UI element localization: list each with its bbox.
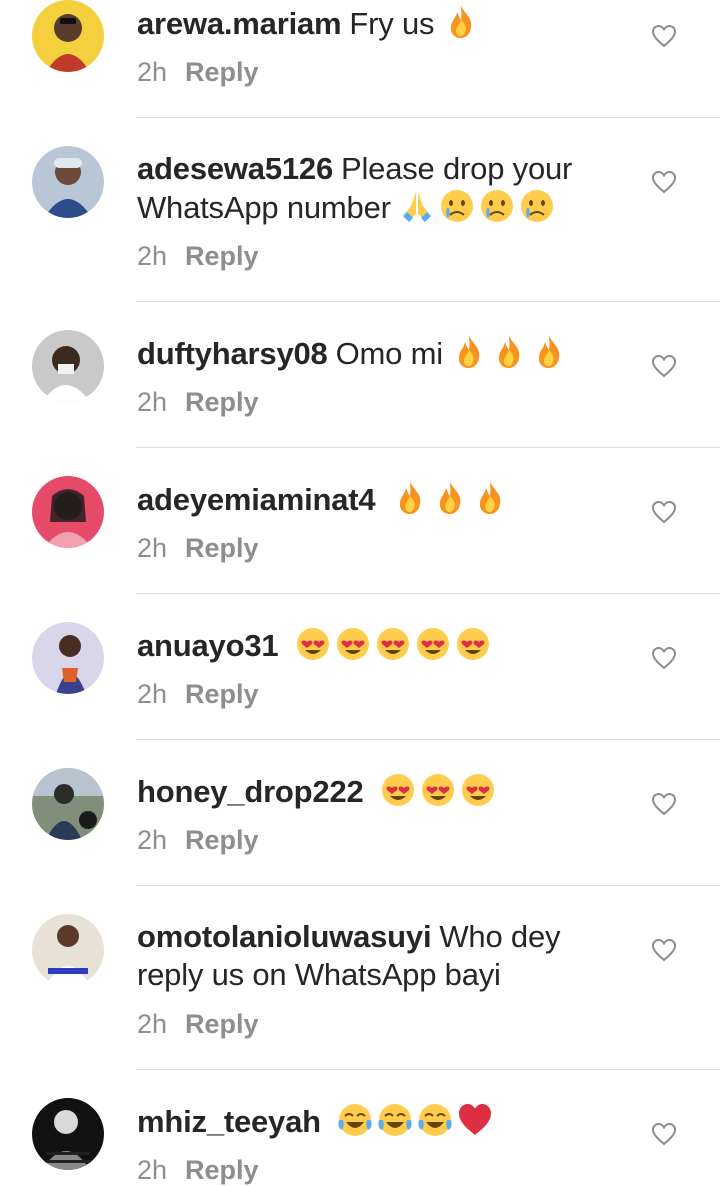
comment-text: mhiz_teeyah bbox=[137, 1102, 607, 1141]
heart-eyes-emoji-icon bbox=[336, 628, 369, 660]
comment-body: Fry us bbox=[349, 6, 435, 41]
reply-button[interactable]: Reply bbox=[185, 387, 259, 417]
comment-time: 2h bbox=[137, 679, 168, 709]
comment-meta: 2h Reply bbox=[137, 532, 259, 564]
heart-eyes-emoji-icon bbox=[296, 628, 329, 660]
reply-button[interactable]: Reply bbox=[185, 825, 259, 855]
heart-eyes-emoji-icon bbox=[461, 774, 494, 806]
heart-outline-icon[interactable] bbox=[651, 938, 677, 962]
heart-eyes-emoji-icon bbox=[376, 628, 409, 660]
divider bbox=[136, 301, 720, 302]
divider bbox=[136, 117, 720, 118]
comment-meta: 2h Reply bbox=[137, 678, 259, 710]
avatar[interactable] bbox=[32, 476, 104, 548]
comment-meta: 2h Reply bbox=[137, 1008, 259, 1040]
comment-meta: 2h Reply bbox=[137, 1154, 259, 1186]
heart-eyes-emoji-icon bbox=[421, 774, 454, 806]
avatar[interactable] bbox=[32, 0, 104, 72]
avatar[interactable] bbox=[32, 330, 104, 402]
comment-text: omotolanioluwasuyi Who dey reply us on Wh… bbox=[137, 918, 607, 994]
red-heart-emoji-icon bbox=[459, 1104, 492, 1135]
reply-button[interactable]: Reply bbox=[185, 57, 259, 87]
tears-of-joy-emoji-icon bbox=[338, 1104, 372, 1136]
comment-meta: 2h Reply bbox=[137, 240, 259, 272]
reply-button[interactable]: Reply bbox=[185, 241, 259, 271]
divider bbox=[136, 447, 720, 448]
heart-outline-icon[interactable] bbox=[651, 500, 677, 524]
fire-emoji-icon bbox=[439, 482, 461, 514]
avatar[interactable] bbox=[32, 914, 104, 986]
heart-outline-icon[interactable] bbox=[651, 354, 677, 378]
comment-username[interactable]: adeyemiaminat4 bbox=[137, 482, 376, 517]
comment-time: 2h bbox=[137, 57, 168, 87]
comment-meta: 2h Reply bbox=[137, 824, 259, 856]
comment-text: adeyemiaminat4 bbox=[137, 480, 607, 519]
comment-text: adesewa5126 Please drop your WhatsApp num… bbox=[137, 150, 607, 227]
heart-outline-icon[interactable] bbox=[651, 24, 677, 48]
comment-text: duftyharsy08 Omo mi bbox=[137, 334, 607, 373]
divider bbox=[136, 593, 720, 594]
comment-username[interactable]: mhiz_teeyah bbox=[137, 1104, 321, 1139]
comment-body: Omo mi bbox=[335, 336, 444, 371]
heart-outline-icon[interactable] bbox=[651, 170, 677, 194]
comment-time: 2h bbox=[137, 533, 168, 563]
heart-outline-icon[interactable] bbox=[651, 792, 677, 816]
comment-username[interactable]: duftyharsy08 bbox=[137, 336, 328, 371]
heart-eyes-emoji-icon bbox=[381, 774, 414, 806]
reply-button[interactable]: Reply bbox=[185, 1009, 259, 1039]
divider bbox=[136, 739, 720, 740]
comment-username[interactable]: anuayo31 bbox=[137, 628, 279, 663]
fire-emoji-icon bbox=[459, 336, 480, 368]
comment-username[interactable]: honey_drop222 bbox=[137, 774, 364, 809]
avatar[interactable] bbox=[32, 622, 104, 694]
fire-emoji-icon bbox=[499, 336, 520, 368]
heart-eyes-emoji-icon bbox=[456, 628, 489, 660]
fire-emoji-icon bbox=[399, 482, 421, 514]
comment-username[interactable]: adesewa5126 bbox=[137, 151, 333, 186]
crying-face-emoji-icon bbox=[521, 190, 554, 222]
comment-text: arewa.mariam Fry us bbox=[137, 4, 607, 43]
tears-of-joy-emoji-icon bbox=[418, 1104, 452, 1136]
heart-eyes-emoji-icon bbox=[416, 628, 449, 660]
avatar[interactable] bbox=[32, 768, 104, 840]
fire-emoji-icon bbox=[450, 6, 472, 38]
comment-time: 2h bbox=[137, 387, 168, 417]
comment-text: honey_drop222 bbox=[137, 772, 607, 811]
heart-outline-icon[interactable] bbox=[651, 646, 677, 670]
divider bbox=[136, 885, 720, 886]
crying-face-emoji-icon bbox=[441, 190, 474, 222]
comment-username[interactable]: arewa.mariam bbox=[137, 6, 342, 41]
avatar[interactable] bbox=[32, 1098, 104, 1170]
crying-face-emoji-icon bbox=[481, 190, 514, 222]
reply-button[interactable]: Reply bbox=[185, 679, 259, 709]
comment-username[interactable]: omotolanioluwasuyi bbox=[137, 919, 432, 954]
comment-time: 2h bbox=[137, 825, 168, 855]
heart-outline-icon[interactable] bbox=[651, 1122, 677, 1146]
reply-button[interactable]: Reply bbox=[185, 533, 259, 563]
folded-hands-emoji-icon bbox=[403, 192, 432, 222]
comment-meta: 2h Reply bbox=[137, 386, 259, 418]
fire-emoji-icon bbox=[539, 336, 560, 368]
comment-meta: 2h Reply bbox=[137, 56, 259, 88]
comment-time: 2h bbox=[137, 241, 168, 271]
comment-time: 2h bbox=[137, 1009, 168, 1039]
comment-text: anuayo31 bbox=[137, 626, 607, 665]
avatar[interactable] bbox=[32, 146, 104, 218]
fire-emoji-icon bbox=[479, 482, 501, 514]
tears-of-joy-emoji-icon bbox=[378, 1104, 412, 1136]
divider bbox=[136, 1069, 720, 1070]
